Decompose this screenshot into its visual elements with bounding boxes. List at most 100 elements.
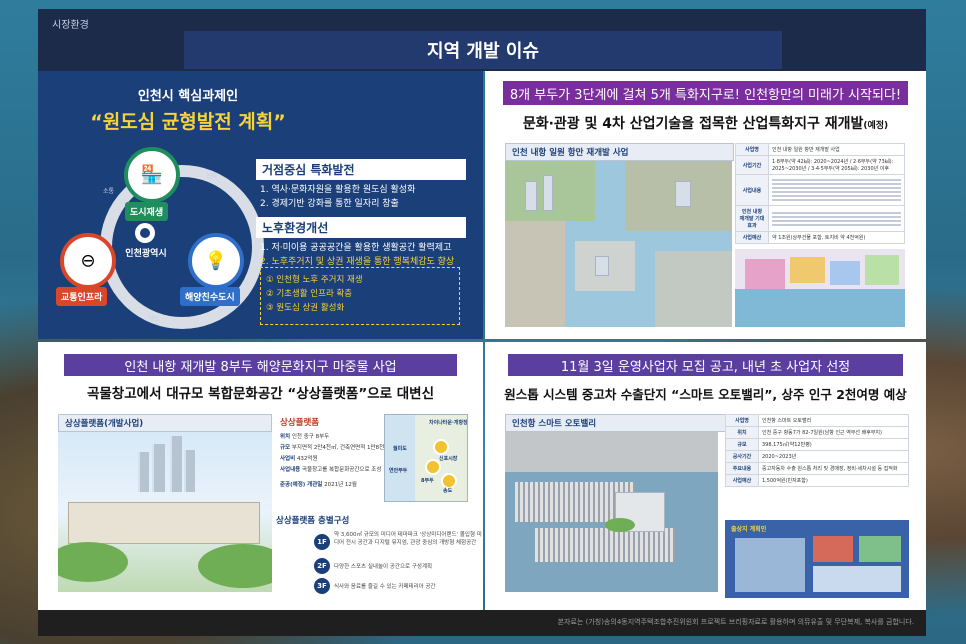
- headline: 원스톱 시스템 중고차 수출단지 “스마트 오토밸리”, 상주 인구 2천여명 …: [504, 387, 907, 402]
- project-info-table: 사업명 인천 내항 일원 항만 재개발 사업 사업기간 1·8부두(약 42㎢): …: [735, 143, 905, 244]
- floor-description: 약 3,600㎡ 규모의 미디어 테마파크 '상상미디어랜드' 몰입형 미디어 …: [334, 532, 482, 546]
- section-item: 1. 역사·문화자원을 활용한 원도심 활성화: [260, 185, 416, 195]
- spec-value: 부지면적 2만4천㎡, 건축연면적 1만8천㎡: [291, 445, 390, 451]
- sangsang-render-image: [58, 432, 272, 592]
- cycle-label: 소통: [103, 188, 115, 195]
- table-key: 사업명: [725, 414, 759, 427]
- plan-title: “원도심 균형발전 계획”: [90, 111, 286, 133]
- zoning-map-image: [735, 249, 905, 327]
- map-label: 차이나타운·개항장: [429, 420, 468, 426]
- panel-sangsang-platform: 인천 내항 재개발 8부두 해양문화지구 마중물 사업 곡물창고에서 대규모 복…: [38, 342, 483, 610]
- spec-key: 사업비: [280, 456, 296, 462]
- table-key: 인천 내항 재개발 기대 효과: [735, 205, 769, 232]
- cycle-label: 혁신: [148, 315, 160, 322]
- footer-disclaimer: 본자료는 (가칭)송의4동지역주택조합추진위원회 프로젝트 브리핑자료로 활용하…: [557, 618, 914, 626]
- sub-item: ① 인천형 노후 주거지 재생: [266, 275, 363, 285]
- floor-badge: 2F: [314, 558, 330, 574]
- spec-key: 규모: [280, 445, 291, 451]
- spec-value: 곡물창고를 복합문화공간으로 조성: [302, 467, 382, 473]
- table-key: 규모: [725, 438, 759, 451]
- map-label: 신포시장: [439, 456, 458, 462]
- table-key: 공사기간: [725, 450, 759, 463]
- spec-row: 규모 부지면적 2만4천㎡, 건축연면적 1만8천㎡: [280, 443, 390, 451]
- marine-city-node: 💡: [188, 233, 244, 289]
- table-value: 인천 내항 일원 항만 재개발 사업: [768, 143, 905, 156]
- section-tag: 시장환경: [52, 20, 89, 31]
- spec-key: 준공(예정) 개관일: [280, 482, 323, 488]
- table-value: 2020~2023년: [758, 450, 909, 463]
- table-value: 인천항 스마트 오토밸리: [758, 414, 909, 427]
- port-aerial-image: [505, 161, 732, 327]
- ribbon-banner: 인천 내항 재개발 8부두 해양문화지구 마중물 사업: [64, 354, 457, 376]
- urban-regen-node: 🏪: [124, 147, 180, 203]
- site-plan-image: 출상지 계획인: [725, 520, 909, 598]
- table-value: 약 1조원(상부건물 포함, 토지비 약 4천억원): [768, 231, 905, 244]
- spec-title: 상상플랫폼: [280, 418, 320, 428]
- spec-value: 인천 중구 8부두: [291, 434, 330, 440]
- table-value: [768, 174, 905, 206]
- table-value: 398,175㎡(약12만평): [758, 438, 909, 451]
- cycle-label: 협력: [206, 173, 218, 180]
- footer-bar: 본자료는 (가칭)송의4동지역주택조합추진위원회 프로젝트 브리핑자료로 활용하…: [38, 610, 926, 636]
- spec-key: 사업내용: [280, 467, 301, 473]
- image-caption: 인천 내항 일원 항만 재개발 사업: [505, 143, 734, 161]
- image-caption: 인천항 스마트 오토밸리: [505, 414, 729, 432]
- table-key: 사업예산: [735, 231, 769, 244]
- page-title: 지역 개발 이슈: [184, 31, 782, 69]
- floor-description: 다양한 스포츠 실내놀이 공간으로 구성계획: [334, 564, 433, 570]
- table-value: [768, 205, 905, 232]
- autovalley-aerial-image: [505, 432, 718, 592]
- transport-node: ⊖: [60, 233, 116, 289]
- spec-row: 사업내용 곡물창고를 복합문화공간으로 조성: [280, 465, 381, 473]
- map-label: 연안부두: [389, 468, 408, 474]
- node-label: 교통인프라: [56, 287, 108, 306]
- section-item: 2. 노후주거지 및 상권 재생을 통한 행복체감도 향상: [260, 257, 455, 267]
- sub-item: ③ 원도심 상권 활성화: [266, 303, 345, 313]
- spec-value: 432억원: [296, 456, 318, 462]
- sub-item: ② 기초생활 인프라 확충: [266, 289, 353, 299]
- spec-row: 준공(예정) 개관일 2021년 12월: [280, 480, 357, 488]
- spec-row: 사업비 432억원: [280, 454, 318, 462]
- building-icon: 🏪: [140, 164, 164, 186]
- floor-badge: 1F: [314, 534, 330, 550]
- image-caption: 상상플랫폼(개발사업): [58, 414, 272, 432]
- panel-urban-plan: 인천시 핵심과제인 “원도심 균형발전 계획” 협력 소통 혁신 🏪 도시재생 …: [38, 71, 483, 339]
- table-key: 사업명: [735, 143, 769, 156]
- coin-icon: ⊖: [80, 250, 96, 272]
- table-value: 1,500억원(민자포함): [758, 474, 909, 487]
- headline-text: 문화·관광 및 4차 산업기술을 접목한 산업특화지구 재개발: [522, 116, 864, 132]
- table-key: 사업기간: [735, 155, 769, 175]
- ribbon-banner: 8개 부두가 3단계에 걸쳐 5개 특화지구로! 인천항만의 미래가 시작되다!: [503, 81, 908, 105]
- spec-row: 위치 인천 중구 8부두: [280, 432, 329, 440]
- table-value: 중고자동차 수출 원스톱 처리 및 경매장, 정비·세차시설 등 집적화: [758, 462, 909, 475]
- table-key: 사업내용: [735, 174, 769, 206]
- location-map: 차이나타운·개항장 월미도 연안부두 신포시장 송도 8부두: [384, 414, 468, 502]
- center-name: 인천광역시: [125, 249, 167, 259]
- incheon-logo-icon: [135, 223, 155, 243]
- table-key: 주요내용: [725, 462, 759, 475]
- ribbon-banner: 11월 3일 운영사업자 모집 공고, 내년 초 사업자 선정: [508, 354, 903, 376]
- map-label: 월미도: [393, 446, 407, 452]
- table-key: 위치: [725, 426, 759, 439]
- spec-key: 위치: [280, 434, 291, 440]
- map-pin-icon: [433, 439, 449, 455]
- bulb-icon: 💡: [204, 250, 228, 272]
- spec-value: 2021년 12월: [324, 482, 357, 488]
- map-label: 송도: [443, 488, 453, 494]
- panel-smart-autovalley: 11월 3일 운영사업자 모집 공고, 내년 초 사업자 선정 원스톱 시스템 …: [485, 342, 926, 610]
- section-heading: 노후환경개선: [256, 217, 466, 238]
- node-label: 해양친수도시: [180, 287, 240, 306]
- plan-subtitle: 인천시 핵심과제인: [137, 89, 239, 104]
- section-heading: 거점중심 특화발전: [256, 159, 466, 180]
- section-item: 2. 경제기반 강화를 통한 일자리 창출: [260, 199, 399, 209]
- map-label: 8부두: [421, 478, 434, 484]
- floor-config-title: 상상플랫폼 층별구성: [276, 516, 350, 526]
- headline: 문화·관광 및 4차 산업기술을 접목한 산업특화지구 재개발(예정): [485, 113, 926, 133]
- site-plan-title: 출상지 계획인: [731, 526, 767, 533]
- node-label: 도시재생: [125, 202, 169, 221]
- floor-badge: 3F: [314, 578, 330, 594]
- floor-description: 식사와 음료를 즐길 수 있는 카페테리아 공간: [334, 584, 436, 590]
- autovalley-info-table: 사업명 인천항 스마트 오토밸리 위치 인천 중구 항동7가 82-7일원(남항 인…: [725, 414, 909, 487]
- table-key: 사업예산: [725, 474, 759, 487]
- panel-port-redevelopment: 8개 부두가 3단계에 걸쳐 5개 특화지구로! 인천항만의 미래가 시작되다!…: [485, 71, 926, 339]
